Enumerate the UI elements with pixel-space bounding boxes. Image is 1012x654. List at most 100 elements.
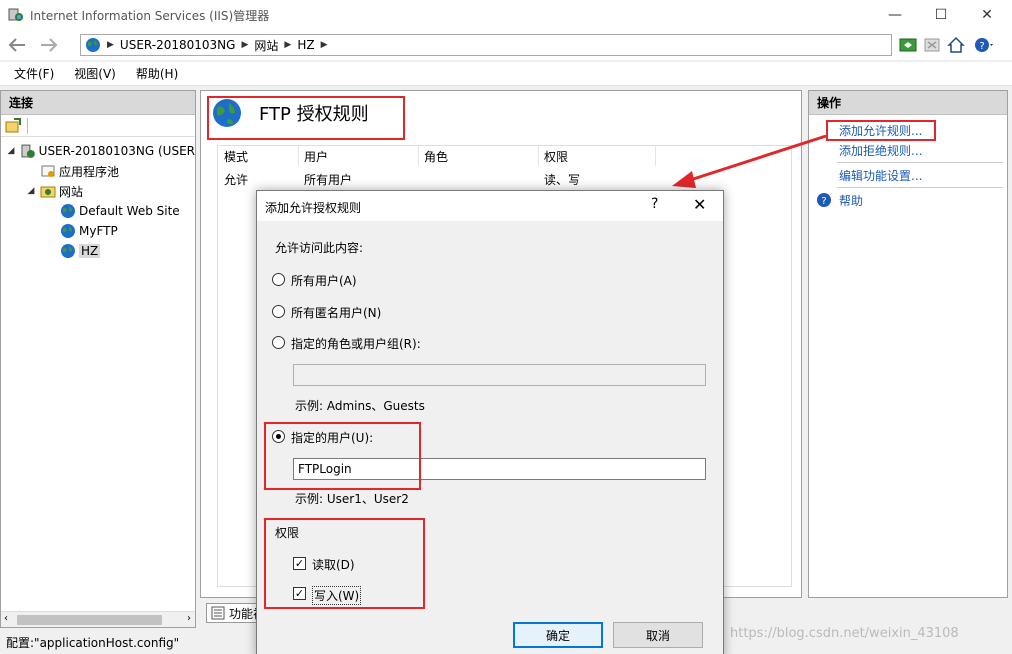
collapse-toggle-icon[interactable]: ◢ [25, 186, 37, 196]
tree-item-label: USER-20180103NG (USER [38, 144, 195, 158]
dialog-help-icon[interactable]: ? [651, 196, 658, 212]
path-segment-server[interactable]: USER-20180103NG [120, 38, 236, 52]
horizontal-scrollbar[interactable]: ‹ › [1, 611, 195, 627]
site-tree: ◢ USER-20180103NG (USER 应用程序池 ◢ 网站 Defau… [1, 137, 195, 261]
actions-header: 操作 [809, 91, 1007, 115]
actions-pane: 操作 添加允许规则... 添加拒绝规则... 编辑功能设置... ? 帮助 [808, 90, 1008, 598]
tree-item-sites[interactable]: ◢ 网站 [1, 181, 195, 201]
callout-add-allow-rule [826, 120, 936, 141]
add-allow-rule-dialog: 添加允许授权规则 ? ✕ 允许访问此内容: 所有用户(A) 所有匿名用户(N) … [256, 190, 724, 654]
minimize-button[interactable]: — [872, 0, 918, 30]
users-example: 示例: User1、User2 [295, 492, 409, 506]
radio-all-users[interactable] [272, 273, 285, 286]
connections-toolbar [1, 115, 195, 137]
radio-anonymous-users-label[interactable]: 所有匿名用户(N) [291, 304, 381, 321]
actions-divider [837, 187, 1003, 188]
refresh-icon[interactable] [898, 35, 918, 55]
scroll-right-icon[interactable]: › [187, 613, 191, 624]
help-icon: ? [817, 193, 831, 207]
radio-roles[interactable] [272, 336, 285, 349]
forward-arrow-icon [41, 38, 58, 52]
cell-user: 所有用户 [304, 173, 353, 187]
window-titlebar: Internet Information Services (IIS)管理器 —… [0, 0, 1012, 30]
window-title: Internet Information Services (IIS)管理器 [30, 9, 270, 23]
globe-icon [61, 224, 75, 238]
address-path[interactable]: ▶ USER-20180103NG ▶ 网站 ▶ HZ ▶ [80, 34, 892, 56]
back-arrow-icon [8, 38, 25, 52]
minimize-icon: — [888, 7, 902, 23]
watermark-text: https://blog.csdn.net/weixin_43108 [730, 626, 959, 641]
access-label: 允许访问此内容: [275, 241, 364, 255]
menu-file[interactable]: 文件(F) [14, 65, 54, 82]
globe-icon [61, 244, 75, 258]
app-pool-icon [41, 165, 55, 177]
path-segment-hz[interactable]: HZ [297, 38, 314, 52]
home-icon[interactable] [946, 35, 966, 55]
back-button[interactable] [6, 34, 28, 56]
sites-folder-icon [40, 186, 56, 198]
roles-input[interactable] [293, 364, 706, 386]
forward-button[interactable] [38, 34, 60, 56]
action-add-deny-rule[interactable]: 添加拒绝规则... [839, 142, 922, 159]
radio-anonymous-users[interactable] [272, 305, 285, 318]
maximize-icon: ☐ [934, 7, 948, 23]
callout-feature-title [207, 96, 405, 140]
scrollbar-thumb[interactable] [17, 615, 162, 625]
dialog-titlebar: 添加允许授权规则 ? ✕ [257, 191, 723, 221]
svg-text:?: ? [979, 41, 984, 52]
cell-permission: 读、写 [544, 173, 581, 187]
cancel-button[interactable]: 取消 [613, 622, 703, 648]
path-separator-icon: ▶ [284, 40, 292, 50]
iis-app-icon [8, 8, 23, 21]
connections-pane: 连接 ◢ USER-20180103NG (USER 应用程序池 ◢ 网站 De… [0, 90, 196, 628]
help-dropdown-icon[interactable]: ? [974, 35, 994, 55]
callout-permissions [264, 518, 425, 609]
roles-example: 示例: Admins、Guests [295, 399, 425, 413]
tree-item-label: HZ [79, 244, 101, 258]
connections-header: 连接 [1, 91, 195, 115]
column-divider [298, 146, 299, 166]
column-header-user[interactable]: 用户 [300, 148, 420, 165]
action-edit-feature-settings[interactable]: 编辑功能设置... [839, 167, 922, 184]
dialog-title: 添加允许授权规则 [265, 201, 362, 215]
path-separator-icon: ▶ [241, 40, 249, 50]
tree-item-label: 网站 [59, 184, 84, 199]
column-header-mode[interactable]: 模式 [220, 148, 300, 165]
address-bar: ▶ USER-20180103NG ▶ 网站 ▶ HZ ▶ ? [0, 30, 1012, 60]
menu-view[interactable]: 视图(V) [74, 65, 116, 82]
menu-help[interactable]: 帮助(H) [136, 65, 178, 82]
collapse-toggle-icon[interactable]: ◢ [5, 146, 17, 156]
tree-item-myftp[interactable]: MyFTP [1, 221, 195, 241]
cell-mode: 允许 [224, 173, 249, 187]
tree-item-default-web-site[interactable]: Default Web Site [1, 201, 195, 221]
ok-button[interactable]: 确定 [513, 622, 603, 648]
radio-all-users-label[interactable]: 所有用户(A) [291, 272, 357, 289]
actions-divider [837, 162, 1003, 163]
path-separator-icon: ▶ [320, 40, 328, 50]
tree-item-label: Default Web Site [79, 204, 180, 218]
tree-item-label: MyFTP [79, 224, 118, 238]
features-view-icon [211, 606, 225, 620]
server-icon [21, 144, 35, 158]
scroll-left-icon[interactable]: ‹ [4, 613, 8, 624]
globe-icon [61, 204, 75, 218]
close-icon: ✕ [981, 7, 993, 23]
action-help[interactable]: 帮助 [839, 192, 863, 209]
tree-item-hz[interactable]: HZ [1, 241, 195, 261]
maximize-button[interactable]: ☐ [918, 0, 964, 30]
radio-roles-label[interactable]: 指定的角色或用户组(R): [291, 335, 421, 352]
tree-item-app-pools[interactable]: 应用程序池 [1, 161, 195, 181]
callout-specified-users [264, 422, 421, 490]
path-separator-icon: ▶ [107, 40, 114, 50]
dialog-close-icon[interactable]: ✕ [693, 195, 706, 214]
column-divider [538, 146, 539, 166]
column-header-permission[interactable]: 权限 [540, 148, 660, 165]
column-header-role[interactable]: 角色 [420, 148, 540, 165]
connect-icon[interactable] [5, 117, 21, 134]
path-segment-sites[interactable]: 网站 [254, 37, 278, 54]
globe-icon [86, 38, 100, 52]
close-button[interactable]: ✕ [964, 0, 1010, 30]
tree-item-server[interactable]: ◢ USER-20180103NG (USER [1, 141, 195, 161]
stop-icon[interactable] [922, 35, 942, 55]
status-text: 配置:"applicationHost.config" [6, 635, 180, 650]
